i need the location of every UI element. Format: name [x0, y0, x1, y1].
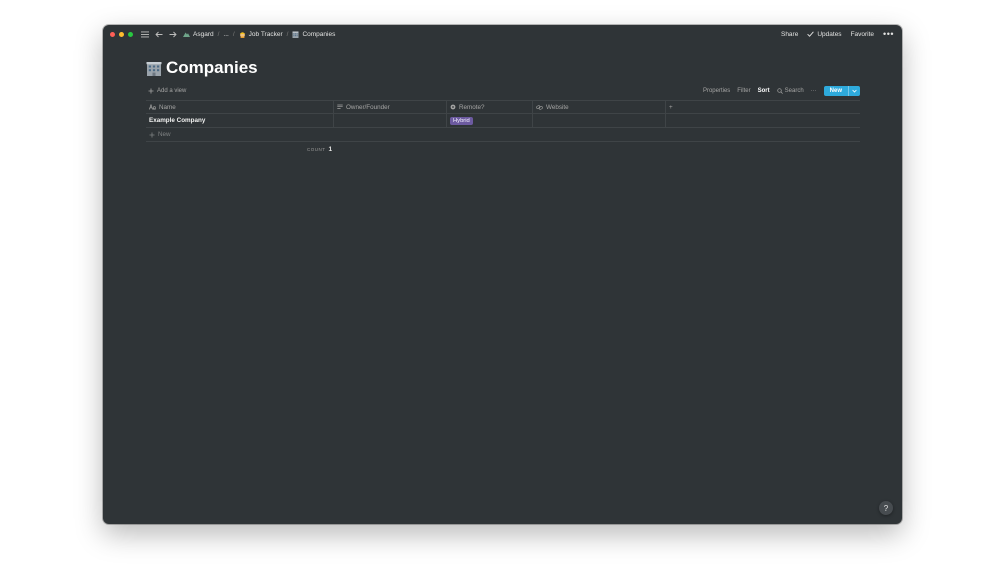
- table-row[interactable]: Example Company Hybrid: [146, 114, 860, 128]
- topbar-actions: Share Updates Favorite •••: [781, 29, 894, 39]
- breadcrumb-label: Companies: [302, 30, 336, 38]
- share-button[interactable]: Share: [781, 31, 798, 38]
- breadcrumb-item-asgard[interactable]: Asgard: [183, 31, 214, 38]
- help-button[interactable]: ?: [879, 501, 893, 515]
- page-title: Companies: [146, 58, 258, 78]
- forward-arrow-icon[interactable]: [169, 31, 177, 38]
- cell-empty: [666, 114, 860, 127]
- cell-owner[interactable]: [334, 114, 447, 127]
- office-building-emoji-icon: [292, 31, 299, 38]
- updates-button[interactable]: Updates: [807, 30, 842, 38]
- column-header-website[interactable]: Website: [533, 101, 666, 113]
- favorite-button[interactable]: Favorite: [851, 31, 874, 38]
- breadcrumb-item-companies[interactable]: Companies: [292, 31, 335, 38]
- count-label: COUNT: [307, 147, 326, 152]
- sidebar-toggle-icon[interactable]: [141, 31, 149, 38]
- cell-website[interactable]: [533, 114, 666, 127]
- search-icon: [776, 88, 783, 94]
- new-row-label: New: [158, 131, 171, 138]
- new-row-button[interactable]: New: [146, 128, 860, 142]
- search-button[interactable]: Search: [776, 88, 804, 94]
- breadcrumb-label: Job Tracker: [248, 30, 283, 38]
- updates-label: Updates: [817, 30, 842, 38]
- count-value: 1: [328, 146, 333, 153]
- cell-name[interactable]: Example Company: [146, 114, 334, 127]
- back-arrow-icon[interactable]: [155, 31, 163, 38]
- breadcrumb-separator: /: [232, 30, 235, 38]
- new-label[interactable]: New: [824, 86, 848, 96]
- column-label: Owner/Founder: [346, 103, 390, 111]
- app-window: Asgard / ... / Job Tracker / Companies S…: [103, 25, 902, 524]
- gear-icon: [450, 104, 456, 110]
- view-more-button[interactable]: ···: [811, 88, 817, 94]
- title-bar: Asgard / ... / Job Tracker / Companies S…: [103, 25, 902, 43]
- breadcrumb-label: ...: [223, 30, 229, 38]
- table-header-row: Name Owner/Founder Remote? Website +: [146, 100, 860, 114]
- select-tag-hybrid: Hybrid: [450, 116, 473, 125]
- link-icon: [536, 104, 543, 110]
- page-title-text[interactable]: Companies: [166, 58, 258, 78]
- window-controls: [110, 31, 133, 37]
- breadcrumb: Asgard / ... / Job Tracker / Companies: [183, 31, 335, 38]
- add-view-button[interactable]: Add a view: [148, 88, 186, 94]
- minimize-window-button[interactable]: [119, 31, 124, 37]
- column-header-name[interactable]: Name: [146, 101, 334, 113]
- list-lines-icon: [337, 104, 343, 110]
- column-header-remote[interactable]: Remote?: [447, 101, 533, 113]
- add-view-label: Add a view: [157, 88, 187, 94]
- plus-icon: [149, 132, 155, 138]
- row-title[interactable]: Example Company: [149, 117, 205, 124]
- sort-button[interactable]: Sort: [758, 88, 770, 94]
- column-label: Website: [546, 103, 569, 111]
- more-options-button[interactable]: •••: [883, 29, 894, 39]
- new-record-button[interactable]: New: [823, 86, 860, 96]
- breadcrumb-item-ellipsis[interactable]: ...: [223, 31, 228, 38]
- cell-remote[interactable]: Hybrid: [447, 114, 533, 127]
- close-window-button[interactable]: [110, 31, 115, 37]
- column-header-owner[interactable]: Owner/Founder: [334, 101, 447, 113]
- worker-emoji-icon: [239, 31, 246, 38]
- plus-icon: [148, 88, 154, 94]
- filter-button[interactable]: Filter: [737, 88, 750, 94]
- search-label: Search: [784, 88, 804, 94]
- text-aa-icon: [149, 104, 156, 110]
- database-view-bar: Add a view Properties Filter Sort Search…: [146, 85, 860, 97]
- breadcrumb-separator: /: [217, 30, 220, 38]
- chevron-down-icon[interactable]: [848, 86, 860, 96]
- office-building-emoji-icon[interactable]: [146, 61, 162, 76]
- add-column-button[interactable]: +: [666, 101, 860, 113]
- database-table: Name Owner/Founder Remote? Website + Exa…: [146, 100, 860, 142]
- column-label: Name: [159, 103, 176, 111]
- mountain-icon: [183, 31, 190, 37]
- column-label: Remote?: [459, 103, 485, 111]
- view-actions: Properties Filter Sort Search ··· New: [703, 86, 860, 96]
- checkmark-icon: [807, 31, 815, 37]
- zoom-window-button[interactable]: [128, 31, 133, 37]
- breadcrumb-item-job-tracker[interactable]: Job Tracker: [239, 31, 283, 38]
- count-summary[interactable]: COUNT 1: [307, 146, 332, 153]
- breadcrumb-separator: /: [286, 30, 289, 38]
- new-row-label-wrap: New: [146, 128, 171, 141]
- breadcrumb-label: Asgard: [193, 30, 214, 38]
- nav-controls: [141, 31, 177, 38]
- properties-button[interactable]: Properties: [703, 88, 730, 94]
